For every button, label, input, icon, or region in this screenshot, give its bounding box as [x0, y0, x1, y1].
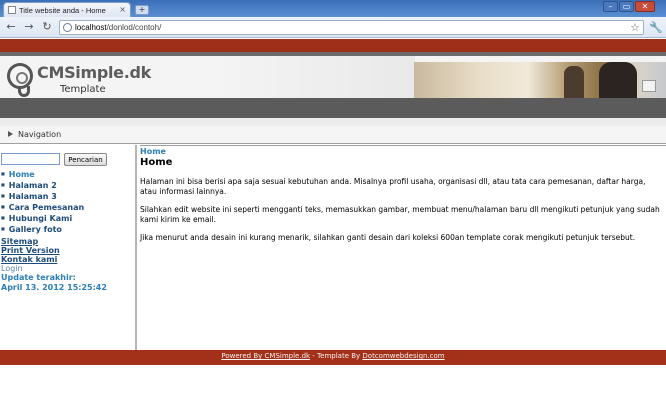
sidebar: Pencarian Home Halaman 2 Halaman 3 Cara … [0, 145, 135, 350]
browser-tab[interactable]: Title website anda - Home × [3, 2, 131, 17]
navigation-bar[interactable]: Navigation [0, 126, 666, 144]
header-dark-band [0, 98, 666, 118]
footer-separator: - Template By [310, 352, 363, 360]
menu-item-halaman-3[interactable]: Halaman 3 [1, 191, 84, 202]
address-bar[interactable]: localhost/donlod/contoh/ ☆ [59, 20, 644, 35]
minimize-button[interactable]: – [603, 1, 618, 12]
url-path: /donlod/contoh/ [106, 23, 162, 32]
search-button[interactable]: Pencarian [64, 153, 107, 166]
forward-icon[interactable]: → [22, 20, 36, 34]
login-link[interactable]: Login [1, 264, 107, 273]
search-input[interactable] [1, 153, 60, 165]
content-paragraph-2: Silahkan edit website ini seperti mengga… [140, 205, 660, 224]
window-close-button[interactable]: ✕ [635, 1, 655, 12]
menu-item-home[interactable]: Home [1, 169, 84, 180]
window-controls: – ▭ ✕ [603, 1, 655, 12]
bookmark-star-icon[interactable]: ☆ [630, 21, 640, 35]
kontak-link[interactable]: Kontak kami [1, 255, 107, 264]
photo-figure [564, 66, 584, 98]
powered-by-link[interactable]: Powered By CMSimple.dk [221, 352, 310, 360]
sitemap-link[interactable]: Sitemap [1, 237, 107, 246]
update-value: April 13. 2012 15:25:42 [1, 283, 107, 292]
url-text: localhost/donlod/contoh/ [75, 23, 643, 32]
print-version-link[interactable]: Print Version [1, 246, 107, 255]
photo-person [599, 62, 637, 98]
globe-icon [63, 23, 72, 32]
reload-icon[interactable]: ↻ [40, 20, 54, 34]
header-gradient [215, 56, 415, 98]
designer-link[interactable]: Dotcomwebdesign.com [362, 352, 444, 360]
top-color-band [0, 39, 666, 52]
content-paragraph-3: Jika menurut anda desain ini kurang mena… [140, 233, 636, 242]
sidebar-menu: Home Halaman 2 Halaman 3 Cara Pemesanan … [1, 169, 84, 235]
tab-close-icon[interactable]: × [119, 6, 126, 14]
page-title: Home [140, 157, 173, 168]
tab-title: Title website anda - Home [19, 5, 106, 15]
column-divider [135, 145, 137, 350]
triangle-right-icon [8, 131, 13, 137]
menu-item-halaman-2[interactable]: Halaman 2 [1, 180, 84, 191]
sidebar-links: Sitemap Print Version Kontak kami Login … [1, 237, 107, 293]
menu-item-hubungi-kami[interactable]: Hubungi Kami [1, 213, 84, 224]
search-form: Pencarian [1, 153, 107, 166]
navigation-label: Navigation [18, 130, 62, 139]
browser-tabstrip: Title website anda - Home × + – ▭ ✕ [0, 0, 666, 17]
update-label: Update terakhir: [1, 273, 76, 282]
brand-name: CMSimple.dk [37, 63, 152, 82]
content-paragraph-1: Halaman ini bisa berisi apa saja sesuai … [140, 177, 646, 196]
header-photo [414, 62, 666, 98]
wrench-menu-icon[interactable]: 🔧 [649, 21, 663, 34]
back-icon[interactable]: ← [4, 20, 18, 34]
brand-subtitle: Template [60, 84, 106, 95]
url-host: localhost [75, 23, 107, 32]
page-favicon-icon [8, 6, 16, 14]
menu-item-cara-pemesanan[interactable]: Cara Pemesanan [1, 202, 84, 213]
photo-monitor [642, 80, 656, 92]
main-content: Home Home Halaman ini bisa berisi apa sa… [140, 145, 666, 350]
content-top-rule [140, 145, 666, 146]
menu-item-gallery-foto[interactable]: Gallery foto [1, 224, 84, 235]
new-tab-button[interactable]: + [135, 5, 149, 15]
browser-toolbar: ← → ↻ localhost/donlod/contoh/ ☆ 🔧 [0, 17, 666, 38]
breadcrumb[interactable]: Home [140, 147, 662, 157]
site-footer: Powered By CMSimple.dk - Template By Dot… [0, 350, 666, 365]
maximize-button[interactable]: ▭ [619, 1, 634, 12]
header-light-band [0, 118, 666, 126]
